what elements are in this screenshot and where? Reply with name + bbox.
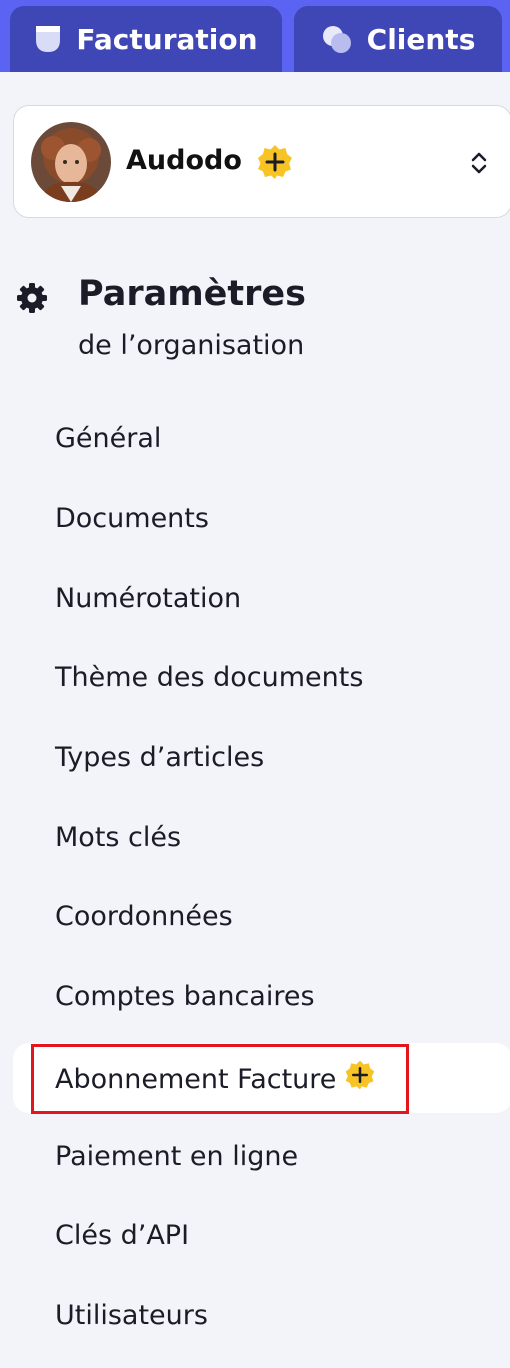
menu-item-theme-documents[interactable]: Thème des documents [55, 662, 363, 693]
menu-item-general[interactable]: Général [55, 423, 161, 454]
menu-item-label: Thème des documents [55, 662, 364, 693]
menu-item-mots-cles[interactable]: Mots clés [55, 822, 181, 853]
plus-badge-icon [256, 143, 294, 185]
gear-icon [16, 282, 48, 318]
tab-facturation[interactable]: Facturation [10, 6, 282, 72]
menu-item-label: Général [55, 423, 162, 454]
menu-item-label: Utilisateurs [55, 1300, 208, 1331]
menu-item-documents[interactable]: Documents [55, 503, 209, 534]
tab-clients-label: Clients [366, 22, 476, 56]
menu-item-label: Paiement en ligne [55, 1141, 299, 1172]
organization-selector[interactable]: Audodo [13, 105, 510, 218]
menu-item-paiement-en-ligne[interactable]: Paiement en ligne [55, 1141, 298, 1172]
tab-clients[interactable]: Clients [294, 6, 502, 72]
invoice-icon [34, 24, 62, 54]
settings-subtitle: de l’organisation [78, 330, 305, 361]
menu-item-utilisateurs[interactable]: Utilisateurs [55, 1300, 208, 1331]
tab-facturation-label: Facturation [76, 22, 258, 56]
menu-item-comptes-bancaires[interactable]: Comptes bancaires [55, 981, 315, 1012]
menu-item-label: Numérotation [55, 583, 242, 614]
menu-item-label: Clés d’API [55, 1220, 190, 1251]
menu-item-label: Coordonnées [55, 901, 233, 932]
menu-item-label: Types d’articles [55, 742, 265, 773]
highlight-box [31, 1044, 409, 1114]
menu-item-types-articles[interactable]: Types d’articles [55, 742, 264, 773]
menu-item-coordonnees[interactable]: Coordonnées [55, 901, 233, 932]
menu-item-cles-api[interactable]: Clés d’API [55, 1220, 189, 1251]
chevron-up-down-icon [470, 150, 488, 180]
top-navigation: Facturation Clients [0, 0, 510, 72]
menu-item-label: Documents [55, 503, 209, 534]
settings-title: Paramètres [78, 274, 306, 314]
avatar [31, 122, 111, 202]
menu-item-label: Comptes bancaires [55, 981, 315, 1012]
organization-name: Audodo [126, 145, 242, 176]
menu-item-label: Mots clés [55, 822, 182, 853]
clients-icon [321, 24, 353, 54]
menu-item-numerotation[interactable]: Numérotation [55, 583, 241, 614]
